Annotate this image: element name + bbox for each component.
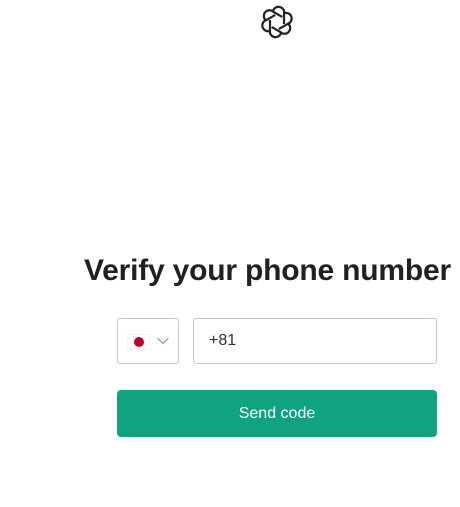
openai-logo-icon — [260, 5, 294, 39]
page-title: Verify your phone number — [84, 254, 451, 287]
send-code-button[interactable]: Send code — [117, 390, 437, 437]
japan-flag-icon — [127, 334, 151, 350]
chevron-down-icon — [156, 336, 170, 346]
country-code-select[interactable] — [117, 318, 179, 364]
phone-number-input[interactable] — [193, 318, 437, 364]
